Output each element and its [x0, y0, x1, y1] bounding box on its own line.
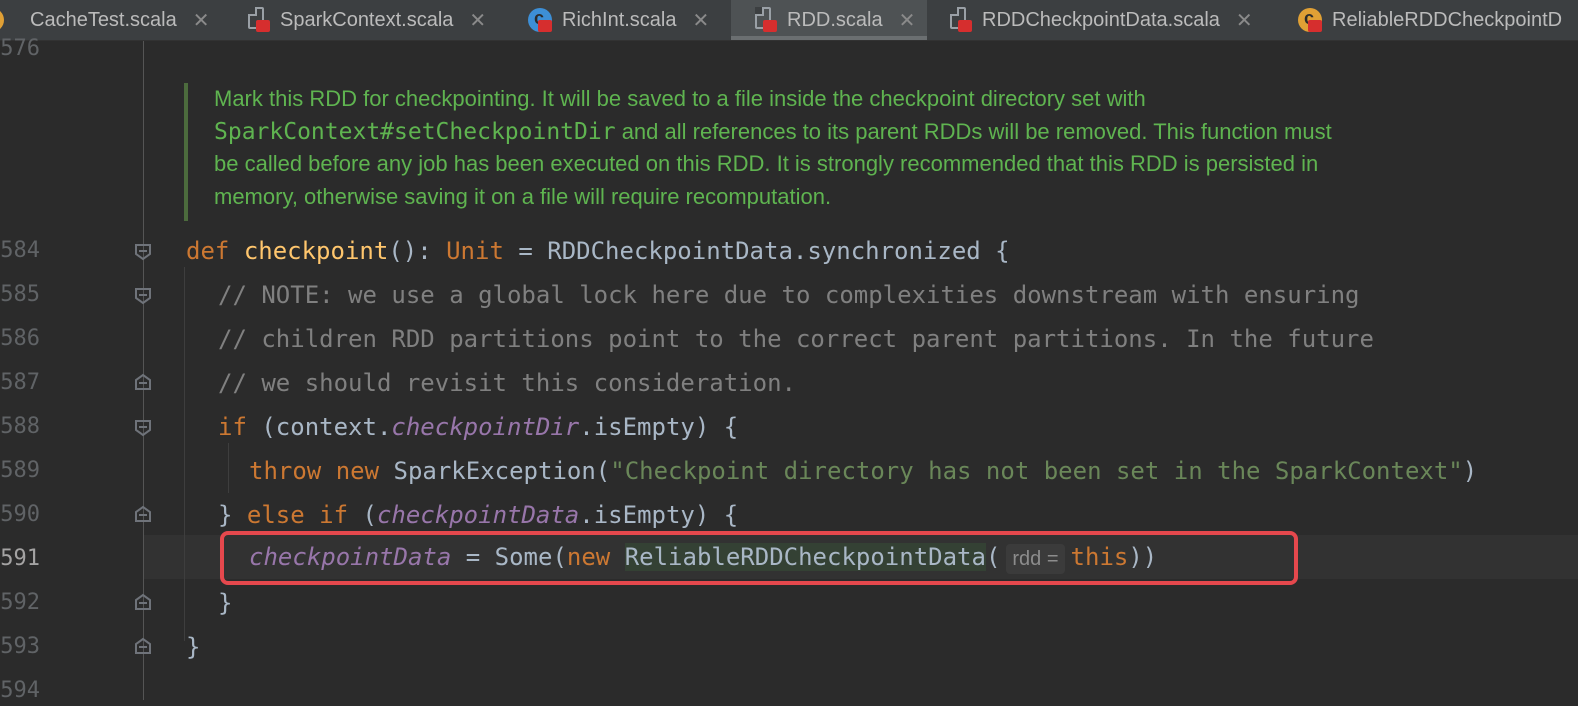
doc-line: SparkContext#setCheckpointDir and all re…: [214, 118, 1332, 145]
doc-code-reference: SparkContext#setCheckpointDir: [214, 118, 616, 145]
line-number: 585: [0, 282, 40, 307]
scala-file-icon: [751, 6, 779, 34]
fold-close-icon[interactable]: [134, 637, 152, 655]
code-editor[interactable]: 576 584 585 586 587 588 589 590 591 592 …: [0, 36, 1578, 703]
close-icon[interactable]: ✕: [693, 8, 710, 33]
doc-line: be called before any job has been execut…: [214, 151, 1319, 176]
tab-label: RichInt.scala: [562, 8, 677, 31]
close-icon[interactable]: ✕: [469, 8, 486, 33]
code-line-585: // NOTE: we use a global lock here due t…: [218, 281, 1360, 309]
code-line-584: def checkpoint(): Unit = RDDCheckpointDa…: [186, 237, 1010, 265]
tab-rddcheckpointdata[interactable]: RDDCheckpointData.scala ✕: [946, 0, 1280, 40]
line-number: 576: [0, 36, 40, 61]
fold-open-icon[interactable]: [134, 243, 152, 261]
scala-file-icon: [244, 6, 272, 34]
fold-open-icon[interactable]: [134, 419, 152, 437]
tab-sparkcontext[interactable]: SparkContext.scala ✕: [244, 0, 514, 40]
tab-label: RDD.scala: [787, 8, 883, 31]
indent-guide: [184, 267, 185, 641]
tab-label: ReliableRDDCheckpointD: [1332, 8, 1563, 31]
tab-label: SparkContext.scala: [280, 8, 454, 31]
line-number: 587: [0, 370, 40, 395]
code-line-592: }: [218, 589, 233, 617]
fold-close-icon[interactable]: [134, 505, 152, 523]
red-highlight-box: [220, 531, 1298, 585]
tab-richint[interactable]: RichInt.scala ✕: [526, 0, 726, 40]
indent-guide: [228, 443, 229, 493]
line-number: 588: [0, 414, 40, 439]
close-icon[interactable]: ✕: [899, 8, 916, 33]
tab-rdd[interactable]: RDD.scala ✕: [731, 0, 927, 40]
rendered-doc-comment: Mark this RDD for checkpointing. It will…: [184, 83, 1484, 221]
editor-tab-bar: CacheTest.scala ✕ SparkContext.scala ✕ R…: [0, 0, 1578, 41]
code-line-587: // we should revisit this consideration.: [218, 369, 796, 397]
doc-line: Mark this RDD for checkpointing. It will…: [214, 86, 1146, 111]
fold-close-icon[interactable]: [134, 373, 152, 391]
line-number: 584: [0, 238, 40, 263]
code-line-589: throw new SparkException("Checkpoint dir…: [249, 457, 1478, 485]
scala-class-icon: [1296, 6, 1324, 34]
close-icon[interactable]: ✕: [1236, 8, 1253, 33]
code-line-588: if (context.checkpointDir.isEmpty) {: [218, 413, 739, 441]
line-number: 586: [0, 326, 40, 351]
doc-line: memory, otherwise saving it on a file wi…: [214, 183, 832, 209]
scala-file-icon: [946, 6, 974, 34]
tab-label: RDDCheckpointData.scala: [982, 8, 1220, 31]
line-number: 594: [0, 678, 40, 703]
fold-open-icon[interactable]: [134, 287, 152, 305]
close-icon[interactable]: ✕: [193, 8, 210, 33]
line-number: 590: [0, 502, 40, 527]
code-line-590: } else if (checkpointData.isEmpty) {: [218, 501, 739, 529]
line-number: 593: [0, 634, 40, 659]
line-number-current: 591: [0, 546, 40, 571]
scala-object-icon: [0, 6, 22, 34]
line-number: 592: [0, 590, 40, 615]
tab-label: CacheTest.scala: [30, 8, 177, 31]
active-tab-indicator: [731, 36, 927, 40]
code-line-593: }: [186, 633, 201, 661]
fold-close-icon[interactable]: [134, 593, 152, 611]
tab-reliablerddcheckpointdata[interactable]: ReliableRDDCheckpointD: [1296, 0, 1578, 40]
line-number: 589: [0, 458, 40, 483]
scala-class-icon: [526, 6, 554, 34]
code-line-586: // children RDD partitions point to the …: [218, 325, 1374, 353]
